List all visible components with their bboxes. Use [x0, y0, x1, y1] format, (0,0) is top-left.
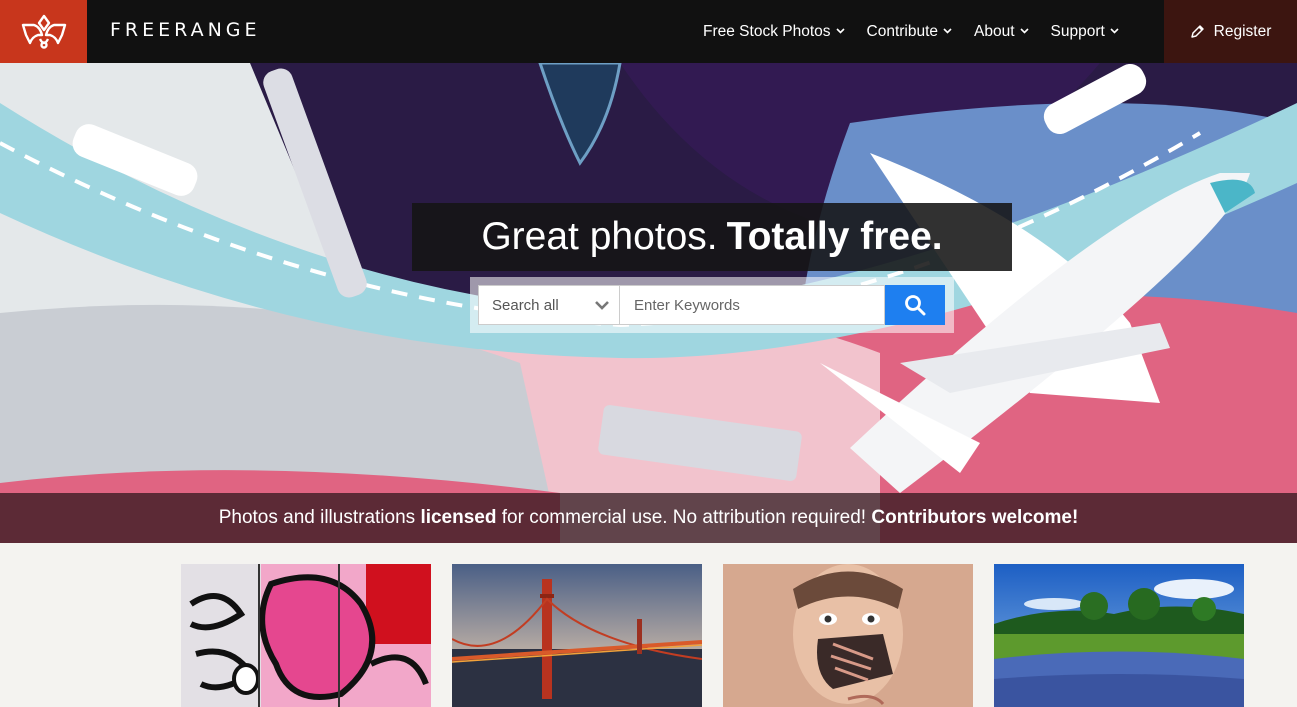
nav-label: Support: [1050, 22, 1105, 40]
chevron-down-icon: [835, 26, 845, 37]
golden-gate-bridge-image: [452, 564, 702, 707]
search-input[interactable]: [620, 285, 885, 325]
headline-bold: Totally free.: [726, 215, 943, 258]
chevron-down-icon: [1019, 26, 1029, 37]
nav-label: Free Stock Photos: [703, 22, 831, 40]
graffiti-image: [181, 564, 431, 707]
top-navigation-bar: FREERANGE Free Stock Photos Contribute A…: [0, 0, 1297, 63]
search-button[interactable]: [885, 285, 945, 325]
nav-support[interactable]: Support: [1051, 23, 1119, 41]
painted-face-image: [723, 564, 973, 707]
logo[interactable]: [0, 0, 87, 63]
brand-name[interactable]: FREERANGE: [110, 19, 261, 41]
chevron-down-icon: [943, 26, 952, 37]
nav-free-stock-photos[interactable]: Free Stock Photos: [703, 23, 845, 41]
nav-contribute[interactable]: Contribute: [867, 23, 953, 41]
search-category-select[interactable]: Search all: [478, 285, 620, 325]
headline-light: Great photos.: [481, 215, 718, 258]
photo-thumbnail-graffiti[interactable]: [181, 564, 431, 707]
chevron-down-icon: [1110, 26, 1119, 37]
chevron-down-icon: [595, 298, 609, 315]
nav-label: About: [974, 22, 1015, 40]
hero-banner: Great photos. Totally free. Search all P…: [0, 63, 1297, 543]
search-bar: Search all: [470, 277, 954, 333]
pencil-icon: [1190, 25, 1204, 38]
register-label: Register: [1213, 22, 1272, 40]
hero-headline: Great photos. Totally free.: [412, 203, 1012, 271]
nav-label: Contribute: [866, 22, 939, 40]
tagline-part1: Photos and illustrations: [218, 507, 416, 528]
main-nav: Free Stock Photos Contribute About Suppo…: [703, 0, 1141, 63]
photo-thumbnail-field[interactable]: [994, 564, 1244, 707]
photo-thumbnail-face[interactable]: [723, 564, 973, 707]
register-button[interactable]: Register: [1164, 0, 1297, 63]
bluebonnet-field-image: [994, 564, 1244, 707]
tagline: Photos and illustrations licensed for co…: [0, 493, 1297, 543]
tagline-contributors[interactable]: Contributors welcome!: [871, 507, 1078, 529]
tagline-part3: for commercial use. No attribution requi…: [501, 507, 867, 528]
search-icon: [905, 295, 926, 316]
tagline-licensed: licensed: [420, 507, 497, 528]
logo-icon: [21, 14, 66, 49]
nav-about[interactable]: About: [974, 23, 1029, 41]
photo-thumbnail-bridge[interactable]: [452, 564, 702, 707]
search-category-value: Search all: [492, 296, 559, 314]
